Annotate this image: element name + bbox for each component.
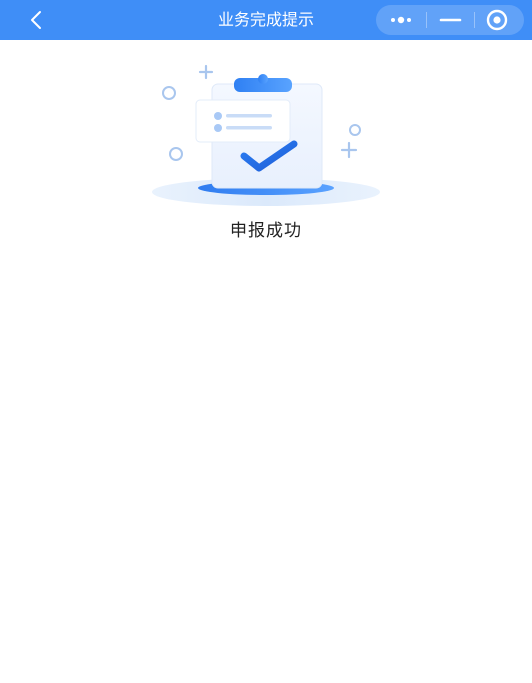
clipboard-check-icon [152,64,380,206]
page: 业务完成提示 申报成功 [0,0,532,683]
nav-bar: 业务完成提示 [0,0,532,40]
minimize-button[interactable] [427,5,474,35]
minimize-icon [439,18,462,22]
close-button[interactable] [475,5,524,35]
more-dots-icon [391,16,411,24]
more-button[interactable] [376,5,426,35]
target-circle-icon [486,9,508,31]
success-illustration [146,58,386,210]
status-message: 申报成功 [230,221,302,241]
mini-program-capsule [376,5,524,35]
